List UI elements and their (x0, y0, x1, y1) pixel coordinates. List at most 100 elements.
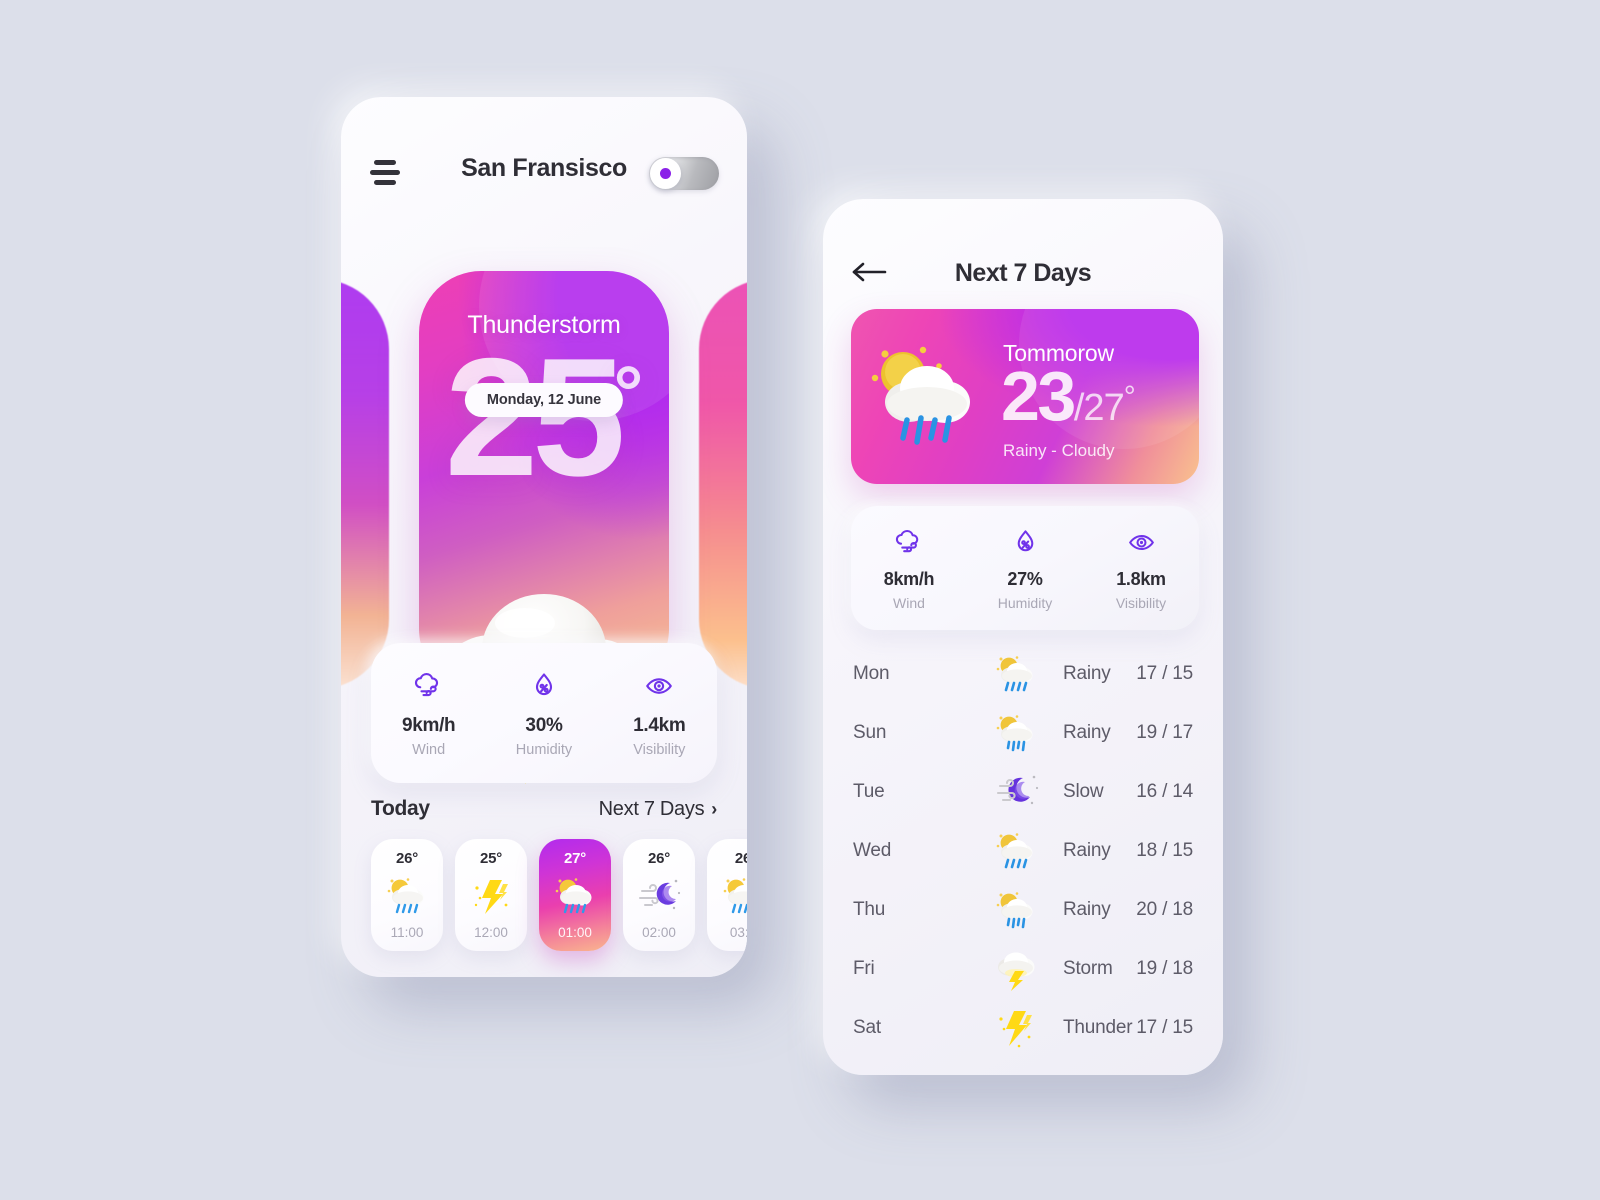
toggle-knob (650, 158, 681, 189)
forecast-row[interactable]: Tue Slow 16 / 14 (823, 762, 1223, 821)
app-stage: Thunderstorm 25° Monday, 12 June San Fra… (0, 0, 1600, 1200)
forecast-row[interactable]: Wed Rainy 18 / 15 (823, 821, 1223, 880)
stat-wind-label: Wind (412, 741, 446, 758)
theme-toggle[interactable] (649, 157, 719, 190)
hourly-card[interactable]: 26 03:0 (707, 839, 747, 951)
forecast-temps: 19 / 17 (1136, 721, 1193, 743)
home-header: San Fransisco (341, 97, 747, 247)
sun-rain-icon (861, 334, 991, 459)
forecast-row[interactable]: Thu Rainy 20 / 18 (823, 880, 1223, 939)
hourly-forecast-list[interactable]: 26° 11:00 25° 12:00 27° 01:00 26° 02:00 … (371, 839, 747, 957)
tomorrow-stats-card: 8km/h Wind 27% Humidity 1.8km Visibility (851, 506, 1199, 630)
forecast-day: Mon (853, 662, 890, 684)
hourly-time: 11:00 (390, 925, 424, 940)
next-7-days-label: Next 7 Days (598, 797, 705, 820)
forecast-temps: 19 / 18 (1136, 957, 1193, 979)
phone-screen-forecast: Next 7 Days Tommorow 23/27° Rainy - Clou… (823, 199, 1223, 1075)
chevron-right-icon: › (711, 798, 717, 819)
toggle-dot (660, 168, 671, 179)
forecast-temps: 17 / 15 (1136, 1016, 1193, 1038)
forecast-condition: Rainy (1063, 839, 1111, 861)
humidity-icon (529, 669, 559, 703)
carousel-peek-right[interactable] (699, 279, 747, 689)
forecast-temps: 17 / 15 (1136, 662, 1193, 684)
today-section-header: Today Next 7 Days › (371, 797, 717, 821)
wind-icon (895, 525, 924, 559)
sun-rain-icon (720, 867, 747, 925)
next-7-days-link[interactable]: Next 7 Days › (598, 797, 718, 821)
forecast-temps: 18 / 15 (1136, 839, 1193, 861)
stat-visibility-label: Visibility (633, 741, 686, 758)
hourly-time: 12:00 (474, 925, 508, 940)
tomorrow-description: Rainy - Cloudy (1003, 441, 1115, 460)
forecast-row[interactable]: Mon Rainy 17 / 15 (823, 644, 1223, 703)
stat-visibility: 1.4km Visibility (602, 643, 717, 783)
stat-wind: 8km/h Wind (851, 506, 967, 630)
lightning-icon (978, 1006, 1053, 1050)
forecast-day: Wed (853, 839, 892, 861)
stat-visibility: 1.8km Visibility (1083, 506, 1199, 630)
page-title: Next 7 Days (954, 259, 1092, 287)
forecast-row[interactable]: Fri Storm 19 / 18 (823, 939, 1223, 998)
visibility-icon (1127, 525, 1156, 559)
hourly-temp: 26° (395, 850, 419, 867)
hourly-time: 03:0 (729, 925, 747, 940)
stat-wind-value: 9km/h (401, 714, 456, 736)
hourly-card-active[interactable]: 27° 01:00 (539, 839, 611, 951)
stat-visibility-value: 1.8km (1116, 569, 1166, 589)
sun-rain-icon (384, 867, 430, 925)
stat-wind-value: 8km/h (883, 569, 935, 589)
sun-rain-icon (978, 829, 1053, 873)
stat-visibility-label: Visibility (1115, 595, 1167, 611)
forecast-day: Sat (853, 1016, 881, 1038)
stat-humidity: 30% Humidity (486, 643, 601, 783)
visibility-icon (644, 669, 674, 703)
forecast-condition: Slow (1063, 780, 1104, 802)
forecast-row[interactable]: Sun Rainy 19 / 17 (823, 703, 1223, 762)
phone-screen-home: Thunderstorm 25° Monday, 12 June San Fra… (341, 97, 747, 977)
seven-day-forecast-list: Mon Rainy 17 / 15 Sun Rainy 19 / 17 Tue … (823, 644, 1223, 1074)
forecast-condition: Thunder (1063, 1016, 1133, 1038)
sun-rain-icon (978, 888, 1053, 932)
hourly-time: 01:00 (558, 925, 592, 940)
hourly-temp: 27° (563, 850, 587, 867)
forecast-day: Tue (853, 780, 885, 802)
sun-rain-icon (978, 711, 1053, 755)
stat-humidity: 27% Humidity (967, 506, 1083, 630)
stat-wind-label: Wind (893, 595, 925, 611)
lightning-icon (469, 867, 513, 925)
stat-humidity-value: 27% (1007, 569, 1043, 589)
hourly-temp: 25° (479, 850, 503, 867)
forecast-temps: 16 / 14 (1136, 780, 1193, 802)
forecast-temps: 20 / 18 (1136, 898, 1193, 920)
wind-icon (414, 669, 444, 703)
today-label: Today (371, 797, 430, 820)
forecast-day: Thu (853, 898, 886, 920)
forecast-condition: Rainy (1063, 898, 1111, 920)
forecast-condition: Storm (1063, 957, 1113, 979)
current-temp-value: 25 (444, 323, 626, 511)
hourly-temp: 26 (734, 850, 747, 867)
tomorrow-temperature: 23/27° (1001, 361, 1136, 431)
current-stats-card: 9km/h Wind 30% Humidity 1.4km Visibility (371, 643, 717, 783)
forecast-row[interactable]: Sat Thunder 17 / 15 (823, 998, 1223, 1057)
sun-rain-icon (978, 652, 1053, 696)
hourly-card[interactable]: 26° 02:00 (623, 839, 695, 951)
hourly-temp: 26° (647, 850, 671, 867)
tomorrow-weather-card[interactable]: Tommorow 23/27° Rainy - Cloudy (851, 309, 1199, 484)
hourly-card[interactable]: 26° 11:00 (371, 839, 443, 951)
hourly-time: 02:00 (642, 925, 676, 940)
wind-moon-icon (978, 771, 1053, 813)
stat-visibility-value: 1.4km (633, 714, 686, 736)
tomorrow-temp-high: 23 (1001, 357, 1076, 435)
forecast-condition: Rainy (1063, 721, 1111, 743)
tomorrow-temp-low: /27 (1073, 387, 1125, 429)
tomorrow-temp-degree: ° (1123, 380, 1136, 414)
forecast-day: Sun (853, 721, 887, 743)
stat-humidity-label: Humidity (515, 741, 573, 758)
current-weather-card[interactable]: Thunderstorm 25° (419, 271, 669, 691)
carousel-peek-left[interactable] (341, 279, 389, 689)
hourly-card[interactable]: 25° 12:00 (455, 839, 527, 951)
current-condition: Thunderstorm (467, 311, 621, 339)
storm-cloud-icon (978, 947, 1053, 991)
